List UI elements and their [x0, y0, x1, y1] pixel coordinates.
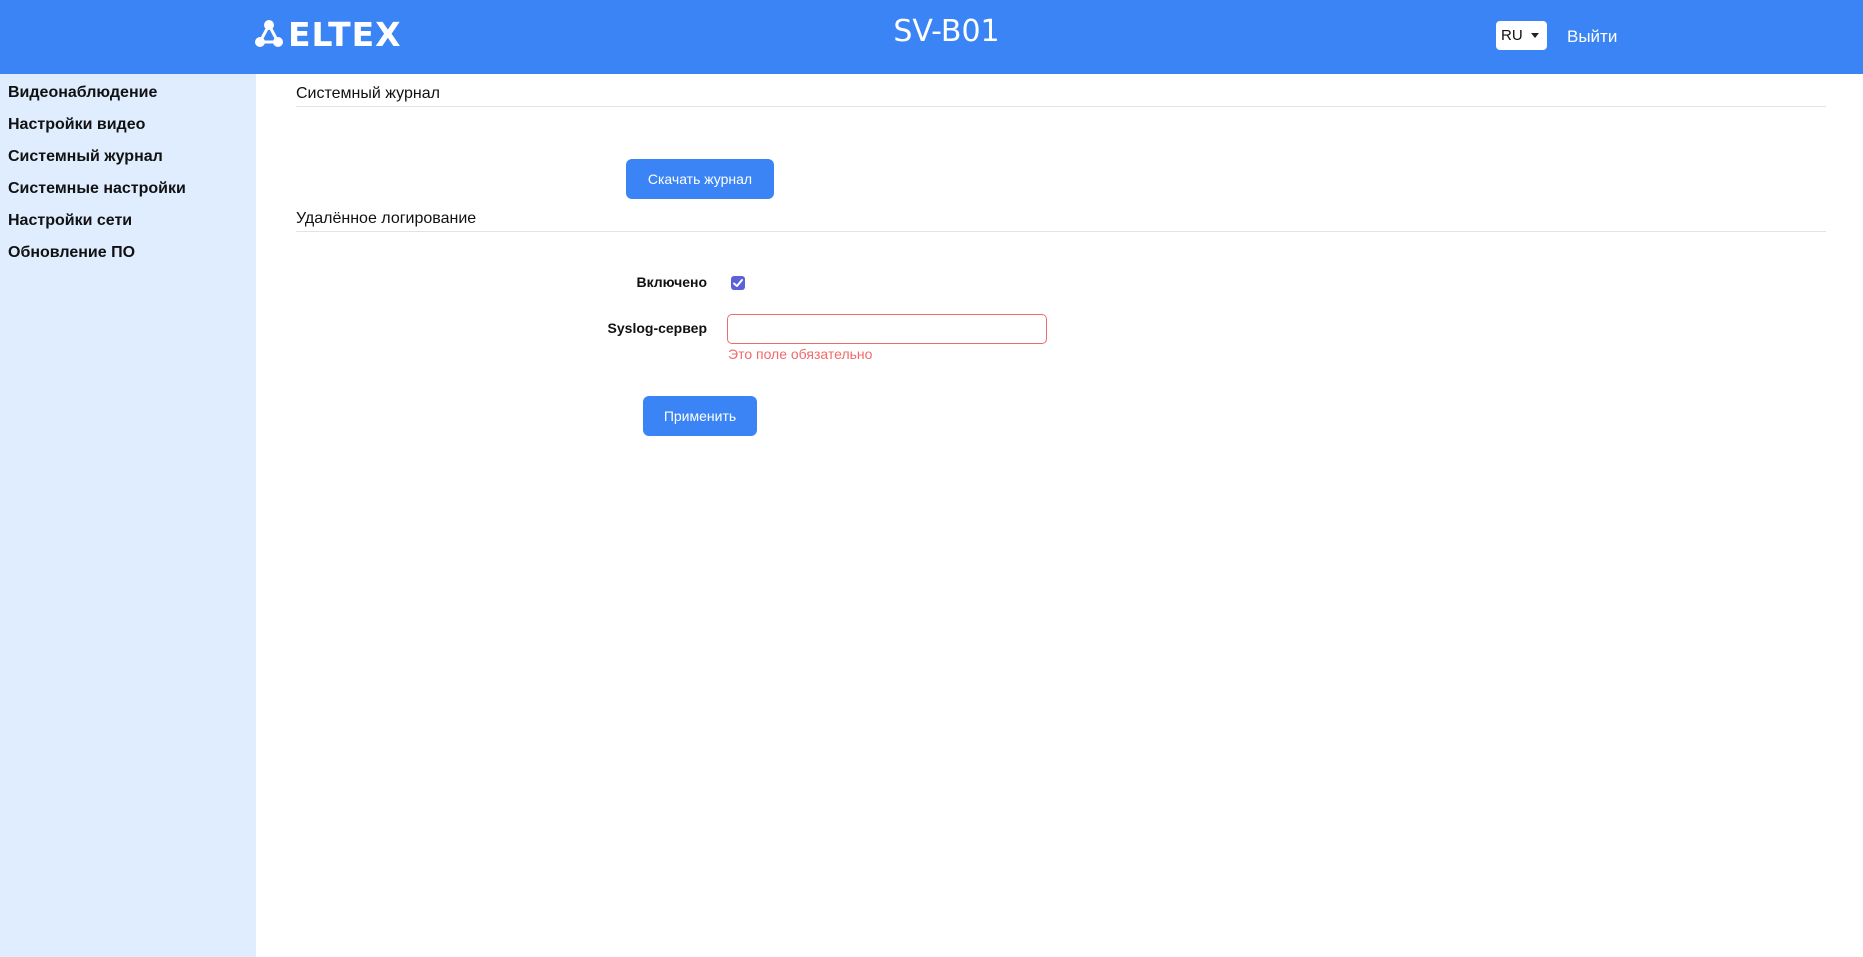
enabled-label: Включено — [636, 274, 707, 290]
enabled-checkbox[interactable] — [731, 276, 745, 290]
section-divider — [296, 106, 1826, 107]
caret-down-icon — [1531, 33, 1539, 38]
language-select[interactable]: RU — [1496, 21, 1547, 50]
sidebar-item-firmware-update[interactable]: Обновление ПО — [8, 244, 135, 262]
download-log-button[interactable]: Скачать журнал — [626, 159, 774, 199]
syslog-server-label: Syslog-сервер — [607, 320, 707, 336]
logout-link[interactable]: Выйти — [1567, 27, 1617, 47]
syslog-section-title: Системный журнал — [296, 85, 440, 102]
sidebar-item-video-settings[interactable]: Настройки видео — [8, 116, 145, 134]
remote-logging-section-title: Удалённое логирование — [296, 210, 477, 227]
language-value: RU — [1501, 27, 1523, 44]
sidebar-item-system-settings[interactable]: Системные настройки — [8, 180, 186, 198]
sidebar-item-video-surveillance[interactable]: Видеонаблюдение — [8, 84, 157, 102]
top-header: ELTEX SV-B01 RU Выйти — [0, 0, 1863, 74]
syslog-server-input[interactable] — [727, 314, 1047, 344]
sidebar-item-system-log[interactable]: Системный журнал — [8, 148, 163, 166]
apply-button[interactable]: Применить — [643, 396, 757, 436]
sidebar-item-network-settings[interactable]: Настройки сети — [8, 212, 132, 230]
check-icon — [733, 279, 743, 287]
sidebar: Видеонаблюдение Настройки видео Системны… — [0, 74, 256, 957]
section-divider — [296, 231, 1826, 232]
syslog-server-error: Это поле обязательно — [728, 346, 873, 362]
